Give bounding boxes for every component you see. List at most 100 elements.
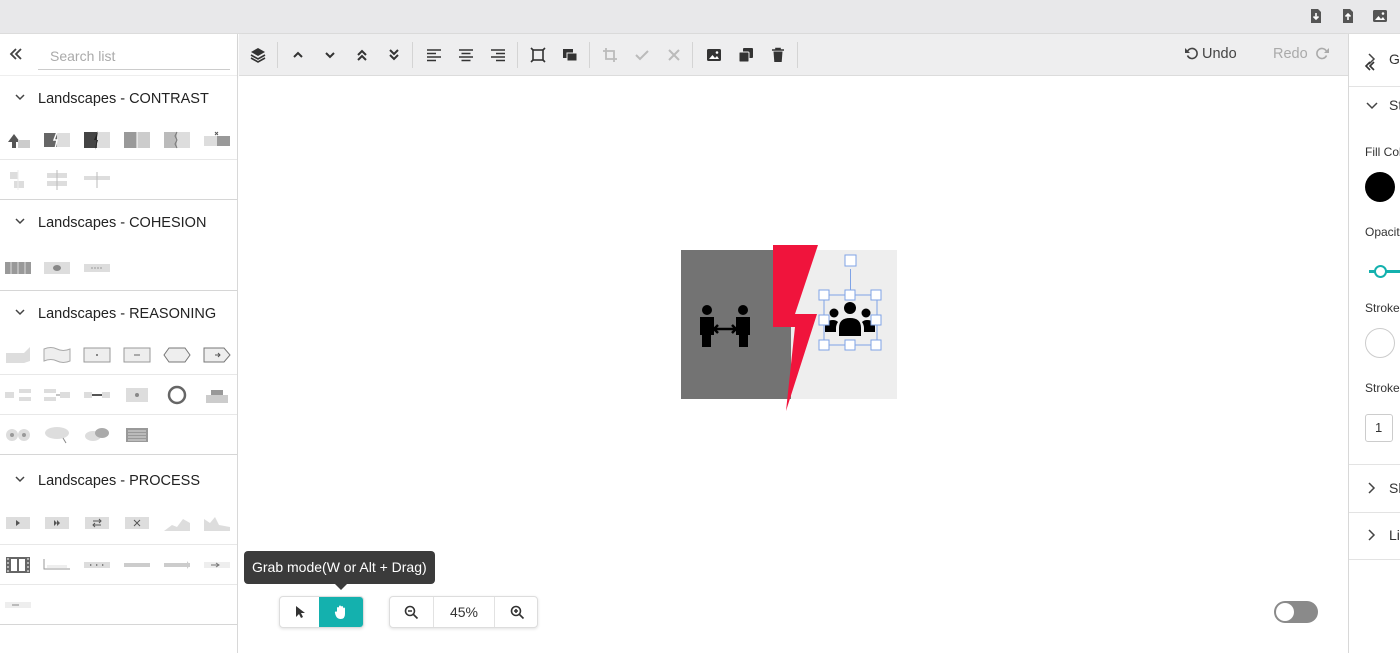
shape-thumbnail[interactable]	[163, 385, 191, 405]
duplicate-icon[interactable]	[738, 47, 754, 63]
grab-mode-button[interactable]	[319, 597, 363, 627]
section-reasoning-header[interactable]: Landscapes - REASONING	[0, 291, 237, 335]
section-style-title[interactable]: St	[1389, 97, 1400, 113]
layers-icon[interactable]	[250, 47, 266, 63]
zoom-level[interactable]: 45%	[434, 597, 494, 627]
shape-thumbnail[interactable]	[83, 385, 111, 405]
shape-thumbnail[interactable]	[123, 130, 151, 150]
stroke-width-label: Stroke	[1365, 381, 1400, 395]
shape-thumbnail[interactable]	[163, 130, 191, 150]
shape-thumbnail[interactable]	[4, 345, 32, 365]
shape-thumbnail[interactable]	[43, 170, 71, 190]
shape-thumbnail[interactable]	[43, 385, 71, 405]
stroke-color-swatch[interactable]	[1365, 328, 1395, 358]
shape-thumbnail[interactable]	[43, 258, 71, 278]
select-mode-button[interactable]	[280, 597, 320, 627]
send-backward-icon[interactable]	[322, 47, 338, 63]
opacity-slider-thumb[interactable]	[1374, 265, 1387, 278]
section-process-header[interactable]: Landscapes - PROCESS	[0, 455, 237, 503]
shape-thumbnail[interactable]	[43, 345, 71, 365]
zoom-out-button[interactable]	[390, 597, 434, 627]
download-icon[interactable]	[1308, 8, 1324, 24]
shape-thumbnail[interactable]	[83, 170, 111, 190]
replace-image-icon[interactable]	[562, 47, 578, 63]
export-image-icon[interactable]	[1372, 8, 1388, 24]
shape-thumbnail[interactable]	[83, 425, 111, 445]
shape-thumbnail[interactable]	[123, 345, 151, 365]
shape-thumbnail[interactable]	[203, 385, 231, 405]
expand-panel-icon[interactable]	[1363, 59, 1377, 73]
crop-icon[interactable]	[602, 47, 618, 63]
shape-thumbnail[interactable]	[83, 513, 111, 533]
close-icon[interactable]	[666, 47, 682, 63]
shape-thumbnail[interactable]	[4, 425, 32, 445]
opacity-label: Opacit	[1365, 225, 1400, 239]
shape-thumbnail[interactable]	[4, 130, 32, 150]
shape-thumbnail[interactable]	[4, 170, 32, 190]
shape-thumbnail[interactable]	[43, 130, 71, 150]
section-link-title[interactable]: Li	[1389, 527, 1400, 543]
fill-color-swatch[interactable]	[1365, 172, 1395, 202]
shape-thumbnail[interactable]	[163, 513, 191, 533]
image-icon[interactable]	[706, 47, 722, 63]
redo-button[interactable]: Redo	[1273, 46, 1330, 64]
fit-shape-icon[interactable]	[530, 47, 546, 63]
shape-thumbnail[interactable]	[203, 513, 231, 533]
search-input[interactable]	[38, 42, 230, 70]
undo-label: Undo	[1202, 46, 1237, 62]
chevron-down-icon	[15, 476, 25, 483]
shape-thumbnail[interactable]	[123, 385, 151, 405]
shape-thumbnail[interactable]	[163, 555, 191, 575]
shape-thumbnail[interactable]	[203, 555, 231, 575]
stroke-width-input[interactable]: 1	[1365, 414, 1393, 442]
film-strip-icon[interactable]	[4, 555, 32, 575]
shape-thumbnail[interactable]	[123, 555, 151, 575]
section-title: Landscapes - PROCESS	[38, 473, 200, 489]
panel-divider	[1349, 86, 1400, 87]
shape-thumbnail[interactable]	[83, 345, 111, 365]
check-icon[interactable]	[634, 47, 650, 63]
shape-thumbnail[interactable]	[203, 130, 231, 150]
chevron-right-icon[interactable]	[1365, 528, 1379, 542]
send-to-back-icon[interactable]	[386, 47, 402, 63]
shape-thumbnail[interactable]	[4, 595, 32, 615]
zoom-in-button[interactable]	[494, 597, 538, 627]
shape-thumbnail[interactable]	[43, 513, 71, 533]
shape-thumbnail[interactable]	[43, 555, 71, 575]
shape-row	[0, 415, 237, 455]
collapse-panel-icon[interactable]	[8, 46, 24, 62]
align-center-icon[interactable]	[458, 47, 474, 63]
section-cohesion-header[interactable]: Landscapes - COHESION	[0, 200, 237, 244]
section-shadow-title[interactable]: Sh	[1389, 480, 1400, 496]
shape-thumbnail[interactable]	[163, 345, 191, 365]
shape-thumbnail[interactable]	[4, 385, 32, 405]
bring-forward-icon[interactable]	[290, 47, 306, 63]
pointer-icon	[296, 606, 305, 618]
shape-thumbnail[interactable]	[4, 258, 32, 278]
section-general-title[interactable]: Gl	[1389, 51, 1400, 67]
upload-icon[interactable]	[1340, 8, 1356, 24]
mode-toggle-switch[interactable]	[1274, 601, 1318, 623]
slide-graphic[interactable]	[681, 244, 899, 412]
shape-library-panel: Landscapes - CONTRAST Landscapes - COHES…	[0, 34, 238, 653]
shape-thumbnail[interactable]	[83, 130, 111, 150]
shape-thumbnail[interactable]	[123, 513, 151, 533]
align-right-icon[interactable]	[490, 47, 506, 63]
shape-thumbnail[interactable]	[4, 513, 32, 533]
section-contrast-header[interactable]: Landscapes - CONTRAST	[0, 76, 237, 120]
shape-row	[0, 244, 237, 291]
toolbar-divider	[589, 42, 590, 68]
bring-to-front-icon[interactable]	[354, 47, 370, 63]
shape-thumbnail[interactable]	[83, 555, 111, 575]
shape-library-header	[0, 34, 237, 76]
undo-button[interactable]: Undo	[1184, 46, 1237, 64]
chevron-right-icon[interactable]	[1365, 481, 1379, 495]
chevron-down-icon[interactable]	[1365, 98, 1379, 112]
shape-thumbnail[interactable]	[43, 425, 71, 445]
align-left-icon[interactable]	[426, 47, 442, 63]
shape-thumbnail[interactable]	[83, 258, 111, 278]
shape-thumbnail[interactable]	[123, 425, 151, 445]
shape-thumbnail[interactable]	[203, 345, 231, 365]
redo-icon	[1315, 47, 1329, 60]
trash-icon[interactable]	[770, 47, 786, 63]
